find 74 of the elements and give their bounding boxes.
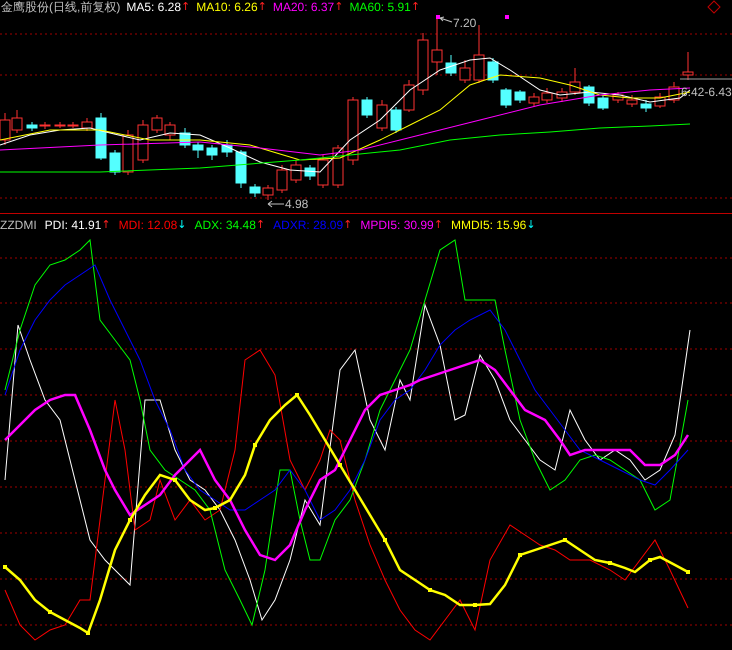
candlestick bbox=[96, 112, 106, 160]
moving-average-value: MA20: 6.37 bbox=[272, 0, 334, 14]
candlestick bbox=[318, 154, 328, 188]
candlestick bbox=[138, 120, 148, 164]
moving-average-value: MA60: 5.91 bbox=[349, 0, 411, 14]
indicator-value: ADX: 34.48 bbox=[194, 218, 256, 232]
marker-icon bbox=[505, 15, 509, 19]
indicator-value: MPDI5: 30.99 bbox=[360, 218, 434, 232]
indicator-value: MDI: 12.08 bbox=[118, 218, 178, 232]
candlestick bbox=[236, 150, 246, 188]
candlestick bbox=[164, 122, 176, 140]
candlestick bbox=[192, 142, 204, 158]
candlestick bbox=[206, 144, 218, 160]
candlestick bbox=[122, 130, 134, 176]
candlestick bbox=[682, 52, 694, 80]
marker-icon bbox=[436, 15, 440, 19]
candlestick bbox=[304, 164, 316, 180]
candlestick bbox=[612, 92, 624, 104]
candlestick bbox=[542, 88, 552, 104]
candlestick bbox=[514, 90, 526, 104]
candlestick bbox=[668, 82, 680, 104]
candlestick bbox=[362, 96, 372, 118]
indicator-value: PDI: 41.91 bbox=[44, 218, 102, 232]
moving-average-value: MA10: 6.26 bbox=[196, 0, 258, 14]
candlestick bbox=[82, 118, 92, 132]
leader-line bbox=[440, 16, 452, 22]
leader-line bbox=[268, 200, 284, 208]
candlestick bbox=[432, 16, 442, 76]
diamond-icon bbox=[707, 0, 721, 14]
indicator-value: MMDI5: 15.96 bbox=[450, 218, 526, 232]
candlestick bbox=[460, 60, 470, 84]
trend-arrow: ↑ bbox=[181, 0, 190, 14]
candlestick bbox=[110, 150, 120, 176]
candlestick bbox=[570, 68, 580, 96]
candlestick bbox=[598, 94, 608, 110]
chart-title: 金鹰股份(日线,前复权) bbox=[1, 0, 120, 14]
trend-arrow: ↑ bbox=[101, 218, 111, 232]
high-price-label: 7.20 bbox=[453, 16, 476, 30]
trend-arrow: ↑ bbox=[334, 0, 344, 14]
candlestick bbox=[446, 54, 456, 76]
candlestick bbox=[40, 122, 50, 130]
trend-arrow: ↑ bbox=[410, 0, 420, 14]
candlestick bbox=[68, 122, 78, 128]
candlestick bbox=[290, 160, 302, 184]
trend-arrow: ↑ bbox=[258, 0, 267, 14]
candlestick bbox=[640, 100, 652, 112]
candlestick bbox=[556, 88, 568, 102]
candlestick bbox=[488, 58, 498, 84]
candlestick bbox=[390, 106, 402, 134]
trend-arrow: ↑ bbox=[343, 218, 352, 232]
candlestick bbox=[180, 128, 190, 148]
candlestick bbox=[376, 100, 388, 132]
candlestick bbox=[348, 96, 358, 166]
candlestick bbox=[528, 92, 540, 108]
candlestick bbox=[332, 144, 344, 188]
low-price-label: 4.98 bbox=[285, 197, 308, 211]
candlestick bbox=[276, 164, 288, 194]
indicator-value: ADXR: 28.09 bbox=[273, 218, 344, 232]
indicator-name: ZZDMI bbox=[0, 218, 37, 232]
trend-arrow: ↓ bbox=[177, 218, 186, 232]
trend-arrow: ↑ bbox=[434, 218, 443, 232]
candlestick bbox=[250, 184, 260, 198]
candlestick bbox=[222, 140, 232, 158]
candlestick bbox=[262, 184, 274, 200]
candlestick bbox=[152, 114, 162, 134]
candlestick bbox=[626, 94, 638, 108]
candlestick bbox=[404, 80, 414, 112]
moving-average-value: MA5: 6.28 bbox=[126, 0, 182, 14]
candlestick bbox=[654, 92, 666, 108]
candlestick bbox=[418, 32, 428, 96]
trend-arrow: ↓ bbox=[526, 218, 536, 232]
candlestick bbox=[12, 110, 22, 134]
candlestick bbox=[500, 88, 512, 108]
trend-arrow: ↑ bbox=[256, 218, 266, 232]
